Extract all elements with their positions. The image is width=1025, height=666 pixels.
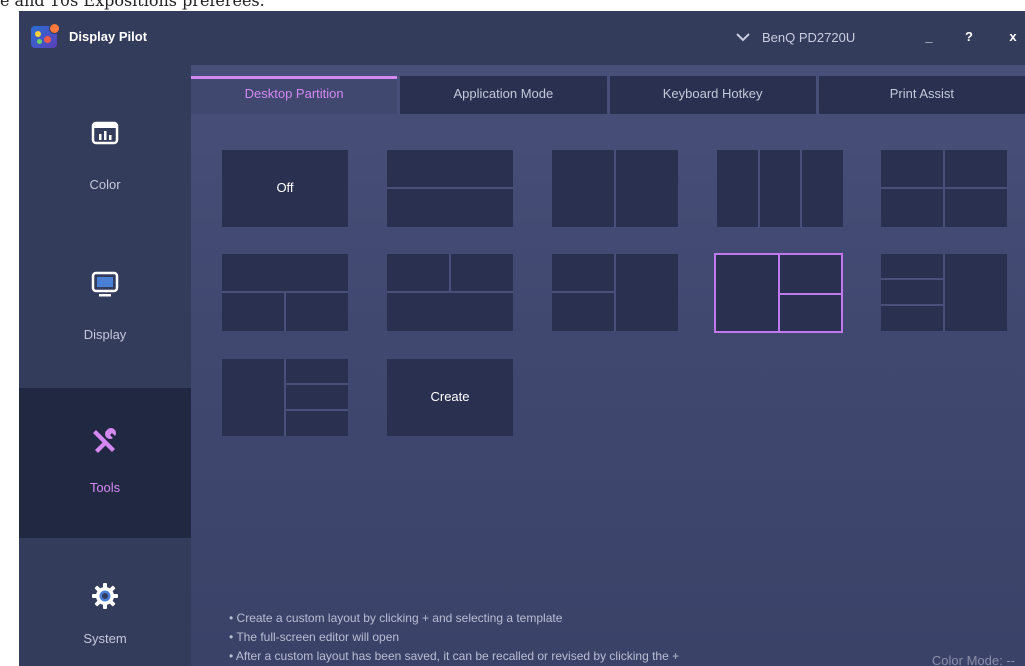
layout-three-vertical-tile[interactable] [717,150,843,227]
layout-left-right-split-tile[interactable] [714,253,843,333]
sidebar-item-label: System [83,631,127,646]
layout-top-bottom-split-tile[interactable] [222,254,348,331]
tab-desktop-partition[interactable]: Desktop Partition [191,76,398,114]
layout-left-three-right-tile[interactable] [881,254,1007,331]
sidebar-item-label: Color [89,177,121,192]
sidebar-item-display[interactable]: Display [19,215,191,365]
layout-left-right-three-tile[interactable] [222,359,348,436]
sidebar-item-label: Tools [89,480,121,495]
sidebar-item-color[interactable]: Color [19,65,191,215]
sidebar-item-tools[interactable]: Tools [19,388,191,538]
tab-application-mode[interactable]: Application Mode [400,76,607,114]
close-button[interactable]: x [1001,25,1025,49]
help-line: • Create a custom layout by clicking + a… [229,611,563,625]
gear-icon [92,583,118,609]
tools-icon [93,428,116,453]
tab-print-assist[interactable]: Print Assist [818,76,1025,114]
layout-four-quadrant-tile[interactable] [881,150,1007,227]
color-mode-status: Color Mode: -- [931,653,1015,666]
chevron-down-icon [736,33,750,42]
help-line: • After a custom layout has been saved, … [229,649,680,663]
monitor-selector[interactable]: BenQ PD2720U [736,26,855,48]
tab-keyboard-hotkey[interactable]: Keyboard Hotkey [609,76,816,114]
layout-off-tile[interactable]: Off [222,150,348,227]
help-text: • Create a custom layout by clicking + a… [229,609,679,666]
tab-bar: Desktop Partition Application Mode Keybo… [191,76,1025,114]
help-line: • The full-screen editor will open [229,630,400,644]
color-chart-icon [91,121,119,145]
sidebar: Color Display Tools System [19,65,191,666]
sidebar-item-system[interactable]: System [19,538,191,666]
app-logo-icon [31,23,60,48]
app-title: Display Pilot [69,29,148,44]
minimize-button[interactable]: _ [917,25,941,49]
display-pilot-window: Display Pilot BenQ PD2720U _ ? x Color D… [19,11,1025,666]
tools-content-panel: Desktop Partition Application Mode Keybo… [191,65,1025,666]
sidebar-item-label: Display [83,327,127,342]
tile-label: Create [430,389,470,404]
background-document-text: e and 10s Expositions preferees. [0,0,265,10]
layout-left-split-right-tile[interactable] [552,254,678,331]
create-layout-button[interactable]: Create [387,359,513,436]
layout-two-vertical-tile[interactable] [552,150,678,227]
monitor-name: BenQ PD2720U [762,29,856,45]
layout-two-horizontal-tile[interactable] [387,150,513,227]
tile-label: Off [276,180,294,195]
layout-top-split-bottom-tile[interactable] [387,254,513,331]
help-button[interactable]: ? [957,25,981,49]
title-bar: Display Pilot BenQ PD2720U _ ? x [19,11,1025,65]
monitor-icon [91,271,119,297]
